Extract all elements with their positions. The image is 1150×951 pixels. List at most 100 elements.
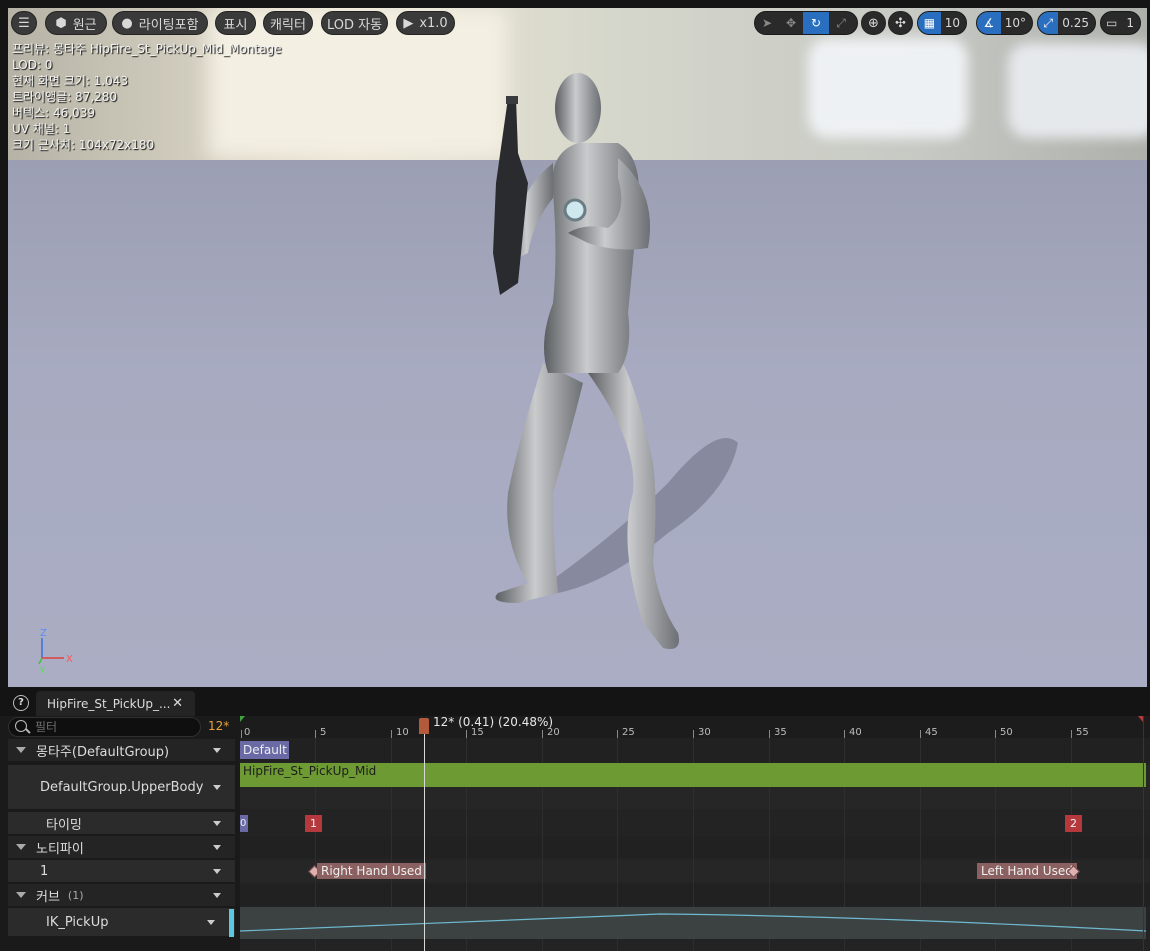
tick-label: 45 bbox=[925, 727, 938, 738]
tick bbox=[241, 730, 242, 738]
character-button[interactable]: 캐릭터 bbox=[263, 11, 313, 35]
scale-snap-value: 0.25 bbox=[1062, 16, 1089, 30]
cube-icon: ⬢ bbox=[55, 15, 67, 31]
camera-speed-value: 1 bbox=[1126, 16, 1134, 30]
rotation-snap-value: 10° bbox=[1004, 16, 1026, 30]
perspective-button[interactable]: ⬢ 원근 bbox=[45, 11, 107, 35]
character-label: 캐릭터 bbox=[270, 17, 306, 33]
dropdown-arrow-icon[interactable] bbox=[213, 893, 221, 898]
transform-tools-group: ➤ ✥ ↻ ⤢ bbox=[754, 11, 858, 35]
stat-approx-size: 크기 근사치: 104x72x180 bbox=[12, 138, 155, 152]
axis-y-label: Y bbox=[39, 666, 45, 675]
camera-speed-group[interactable]: ▭ 1 bbox=[1100, 11, 1141, 35]
play-icon: ▶ bbox=[403, 15, 414, 31]
stat-preview-name: 프리뷰: 몽타주 HipFire_St_PickUp_Mid_Montage bbox=[12, 42, 282, 56]
montage-group-default-label[interactable]: Default bbox=[240, 741, 289, 759]
play-rate-label: x1.0 bbox=[419, 15, 448, 31]
band-notifies bbox=[240, 836, 1150, 858]
world-local-toggle[interactable]: ⊕ bbox=[861, 11, 886, 35]
dropdown-arrow-icon[interactable] bbox=[213, 869, 221, 874]
stat-lod: LOD: 0 bbox=[12, 58, 53, 72]
band-curves bbox=[240, 884, 1150, 906]
tick bbox=[1071, 730, 1072, 738]
track-notifies-group[interactable]: 노티파이 bbox=[8, 836, 235, 858]
show-button[interactable]: 표시 bbox=[215, 11, 256, 35]
track-montage-group[interactable]: 몽타주(DefaultGroup) bbox=[8, 739, 235, 761]
tick-label: 40 bbox=[849, 727, 862, 738]
track-slot[interactable]: DefaultGroup.UpperBody bbox=[8, 765, 235, 809]
camera-icon[interactable]: ▭ bbox=[1101, 12, 1122, 34]
dropdown-arrow-icon[interactable] bbox=[213, 821, 221, 826]
end-marker-line bbox=[1143, 716, 1144, 951]
section-marker-0[interactable]: 0 bbox=[240, 815, 248, 832]
grid-snap-icon[interactable]: ▦ bbox=[918, 12, 941, 34]
tab-montage-asset[interactable]: HipFire_St_PickUp_... ✕ bbox=[36, 691, 195, 716]
current-frame-label: 12* bbox=[208, 719, 230, 733]
rotate-tool-icon[interactable]: ↻ bbox=[803, 12, 829, 34]
dropdown-arrow-icon[interactable] bbox=[213, 748, 221, 753]
tick-label: 35 bbox=[774, 727, 787, 738]
filter-search[interactable] bbox=[8, 717, 201, 737]
section-marker-2[interactable]: 2 bbox=[1065, 815, 1082, 832]
lod-button[interactable]: LOD 자동 bbox=[321, 11, 388, 35]
tick bbox=[315, 730, 316, 738]
show-label: 표시 bbox=[223, 17, 248, 33]
move-tool-icon[interactable]: ✥ bbox=[779, 12, 803, 34]
angle-snap-icon[interactable]: ∡ bbox=[977, 12, 1001, 34]
montage-timeline[interactable]: 0 5 10 15 20 25 30 35 40 45 50 55 Defaul… bbox=[240, 716, 1150, 951]
tick bbox=[769, 730, 770, 738]
tick-label: 30 bbox=[698, 727, 711, 738]
surface-snap-button[interactable]: ✣ bbox=[888, 11, 913, 35]
montage-segment[interactable]: HipFire_St_PickUp_Mid bbox=[240, 763, 1146, 787]
tab-label: HipFire_St_PickUp_... bbox=[47, 696, 171, 711]
lod-label: LOD 자동 bbox=[326, 17, 383, 33]
montage-tab-bar: ? HipFire_St_PickUp_... ✕ bbox=[0, 688, 1150, 716]
help-icon[interactable]: ? bbox=[13, 695, 29, 711]
axis-z-label: Z bbox=[40, 628, 47, 639]
start-marker bbox=[240, 716, 245, 722]
stat-uv-channels: UV 채널: 1 bbox=[12, 122, 71, 136]
end-marker bbox=[1138, 716, 1143, 722]
track-timing[interactable]: 타이밍 bbox=[8, 812, 235, 834]
dropdown-arrow-icon[interactable] bbox=[213, 785, 221, 790]
scale-snap-group[interactable]: ⤢ 0.25 bbox=[1037, 11, 1096, 35]
collapse-arrow-icon[interactable] bbox=[16, 892, 26, 898]
tick bbox=[391, 730, 392, 738]
curve-track-area[interactable] bbox=[240, 907, 1147, 939]
section-marker-1[interactable]: 1 bbox=[305, 815, 322, 832]
select-tool-icon[interactable]: ➤ bbox=[755, 12, 779, 34]
axis-gizmo: Z X Y bbox=[38, 628, 73, 675]
dropdown-arrow-icon[interactable] bbox=[213, 845, 221, 850]
lighting-mode-button[interactable]: ● 라이팅포함 bbox=[112, 11, 208, 35]
tick-label: 5 bbox=[320, 727, 327, 738]
notify-right-hand-used[interactable]: Right Hand Used bbox=[317, 863, 426, 879]
tick bbox=[617, 730, 618, 738]
collapse-arrow-icon[interactable] bbox=[16, 747, 26, 753]
track-slot-label: DefaultGroup.UpperBody bbox=[40, 779, 204, 795]
track-curves-group[interactable]: 커브 (1) bbox=[8, 884, 235, 906]
menu-button[interactable]: ☰ bbox=[11, 11, 37, 35]
scale-snap-icon[interactable]: ⤢ bbox=[1038, 12, 1059, 34]
stat-triangles: 트라이앵글: 87,280 bbox=[12, 90, 118, 104]
play-rate-button[interactable]: ▶ x1.0 bbox=[396, 11, 455, 35]
grid-snap-group[interactable]: ▦ 10 bbox=[917, 11, 967, 35]
preview-viewport[interactable]: 프리뷰: 몽타주 HipFire_St_PickUp_Mid_Montage L… bbox=[8, 8, 1147, 687]
rotation-snap-group[interactable]: ∡ 10° bbox=[976, 11, 1033, 35]
track-curve-ik-pickup[interactable]: IK_PickUp bbox=[8, 908, 235, 936]
montage-editor-panel: ? HipFire_St_PickUp_... ✕ 12* 몽타주(Defaul… bbox=[0, 688, 1150, 951]
tick-label: 55 bbox=[1076, 727, 1089, 738]
timeline-ruler[interactable]: 0 5 10 15 20 25 30 35 40 45 50 55 bbox=[240, 716, 1150, 738]
playhead-handle[interactable] bbox=[419, 718, 429, 734]
dropdown-arrow-icon[interactable] bbox=[207, 920, 215, 925]
track-notify-1[interactable]: 1 bbox=[8, 860, 235, 882]
track-notify-1-label: 1 bbox=[40, 863, 49, 879]
collapse-arrow-icon[interactable] bbox=[16, 844, 26, 850]
close-icon[interactable]: ✕ bbox=[172, 696, 183, 711]
tick-label: 50 bbox=[1000, 727, 1013, 738]
axis-x-label: X bbox=[66, 654, 73, 665]
stat-vertices: 버텍스: 46,039 bbox=[12, 106, 95, 120]
notify-left-hand-used[interactable]: Left Hand Used bbox=[977, 863, 1077, 879]
filter-input[interactable] bbox=[35, 718, 185, 736]
scale-tool-icon[interactable]: ⤢ bbox=[829, 12, 853, 34]
globe-icon: ⊕ bbox=[868, 15, 879, 31]
